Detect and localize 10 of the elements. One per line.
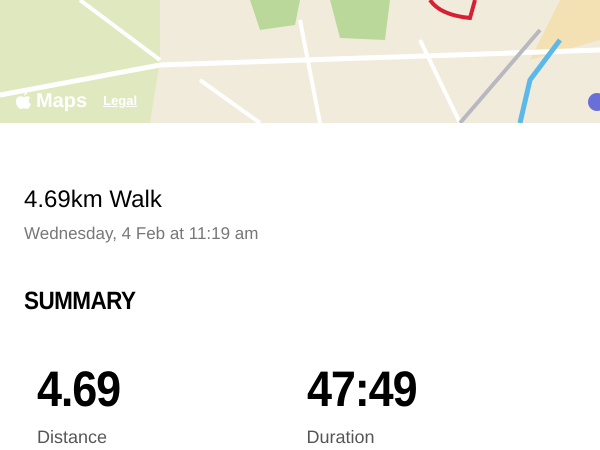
section-heading: SUMMARY [24, 286, 136, 316]
workout-date: Wednesday, 4 Feb at 11:19 am [24, 223, 260, 245]
stat-value: 4.69 [37, 364, 122, 414]
map-brand: Maps [36, 91, 88, 111]
apple-icon [16, 92, 32, 110]
workout-title: 4.69km Walk [24, 185, 163, 215]
stat-label: Distance [37, 426, 108, 449]
stat-value: 47:49 [306, 364, 417, 414]
legal-link[interactable]: Legal [103, 91, 138, 111]
stat-label: Duration [306, 426, 376, 449]
